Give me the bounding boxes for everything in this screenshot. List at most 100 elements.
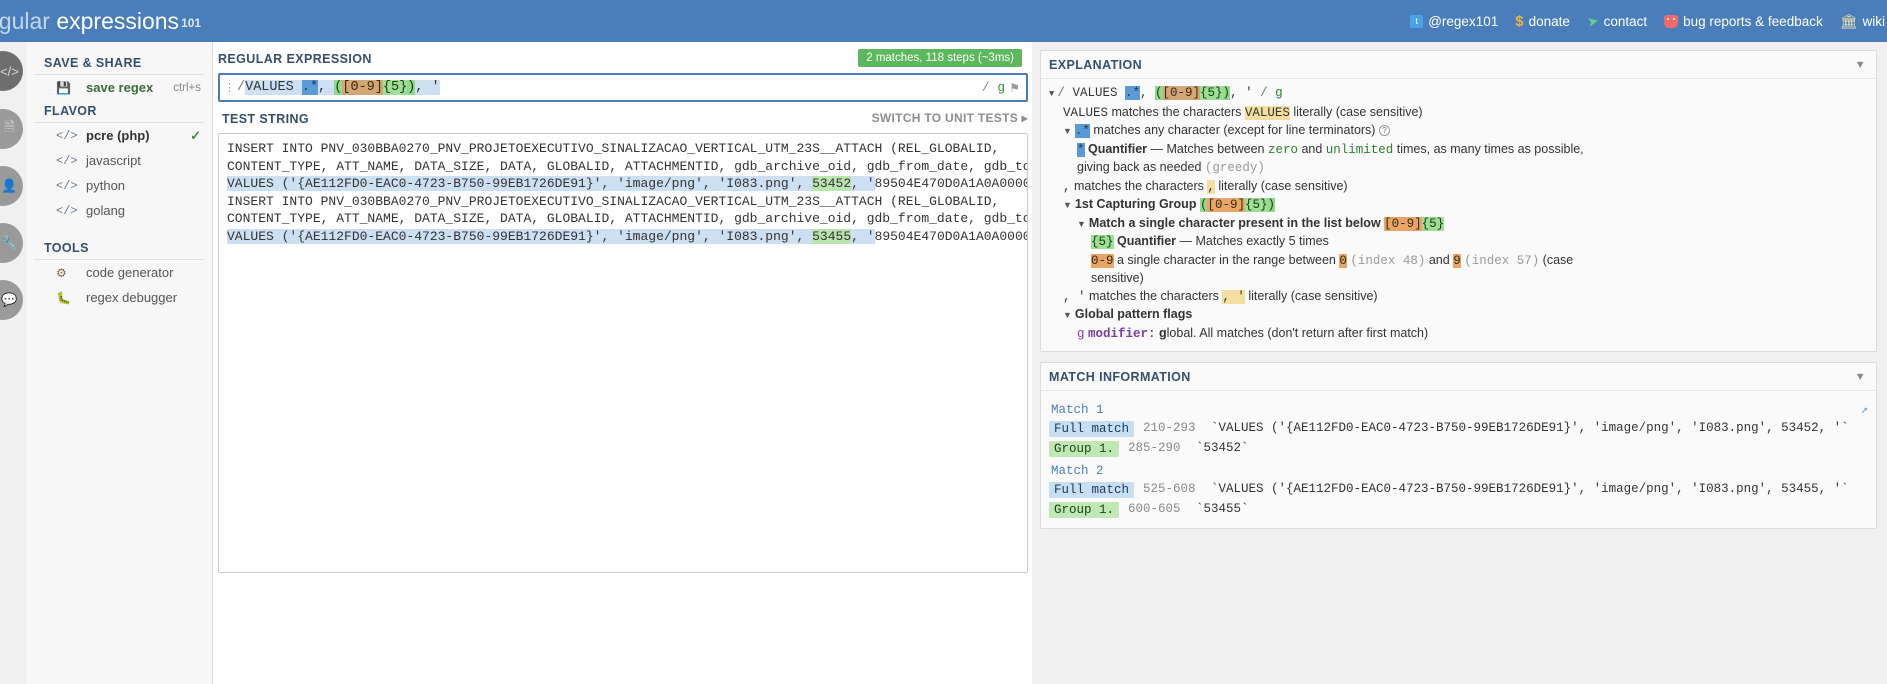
help-icon[interactable]: ? xyxy=(1378,125,1390,136)
ts-seg-1-0: CONTENT_TYPE, ATT_NAME, DATA_SIZE, DATA,… xyxy=(227,158,1028,174)
main-pane: REGULAR EXPRESSION 2 matches, 118 steps … xyxy=(214,42,1032,684)
explanation-row: * Quantifier — Matches between zero and … xyxy=(1077,141,1584,157)
ex-token-0: VALUES xyxy=(1072,86,1125,100)
twitter-icon: t xyxy=(1410,14,1424,28)
test-string-line: INSERT INTO PNV_030BBA0270_PNV_PROJETOEX… xyxy=(227,140,1019,158)
ex-token-8: , ' xyxy=(1230,86,1261,100)
triangle-icon[interactable]: ▼ xyxy=(1063,200,1072,210)
flavor-python-label: python xyxy=(86,178,126,193)
regex-icon[interactable]: </> xyxy=(0,51,23,91)
regex-input-wrap: 2 matches, 118 steps (~3ms) ⋮ /VALUES .*… xyxy=(214,49,1032,102)
regex-input[interactable]: ⋮ /VALUES .*, ([0-9]{5}), ' / g ⚑ xyxy=(218,73,1028,102)
explanation-row: ▼ 1st Capturing Group ([0-9]{5}) xyxy=(1063,197,1275,212)
check-icon: ✓ xyxy=(190,127,201,143)
group-tag: Group 1. xyxy=(1049,441,1120,457)
flag-icon[interactable]: ⚑ xyxy=(1009,81,1020,95)
sidebar-item-flavor-javascript[interactable]: </> javascript xyxy=(26,148,212,173)
chevron-down-icon[interactable]: ▼ xyxy=(1855,59,1866,71)
explanation-row: ▼ Global pattern flags xyxy=(1063,307,1193,321)
match-information-header[interactable]: MATCH INFORMATION ▼ xyxy=(1041,363,1876,391)
test-string-line: CONTENT_TYPE, ATT_NAME, DATA_SIZE, DATA,… xyxy=(227,158,1027,176)
sidebar-item-save-regex[interactable]: 💾 save regex ctrl+s xyxy=(26,75,212,100)
explanation-title: EXPLANATION xyxy=(1049,58,1143,72)
site-logo[interactable]: egular expressions101 xyxy=(0,8,201,35)
full-match-range: 525-608 xyxy=(1143,482,1196,496)
library-icon[interactable]: 🗎 xyxy=(0,109,23,149)
match-information-body: Match 1 ↗ Full match 210-293 `VALUES ('{AE11… xyxy=(1041,391,1876,528)
group-tag: Group 1. xyxy=(1049,502,1120,518)
ts-seg-5-2: , ' xyxy=(851,228,875,244)
nav-wiki[interactable]: 🏛 wiki xyxy=(1840,14,1885,29)
sidebar-item-regex-debugger[interactable]: 🐛 regex debugger xyxy=(26,285,212,310)
nav-contact-label: contact xyxy=(1603,13,1648,29)
full-match-range: 210-293 xyxy=(1143,421,1196,435)
bank-icon: 🏛 xyxy=(1839,13,1858,29)
regex-token-3: , xyxy=(318,80,335,95)
triangle-icon[interactable]: ▼ xyxy=(1049,89,1054,99)
community-icon[interactable]: 💬 xyxy=(0,280,23,320)
ex-token-5: [0-9] xyxy=(1162,86,1201,100)
explanation-row: ▼ Match a single character present in the… xyxy=(1077,215,1445,231)
sidebar-item-code-generator[interactable]: ⚙ code generator xyxy=(26,260,212,285)
unit-tests-label: SWITCH TO UNIT TESTS xyxy=(871,111,1019,125)
explanation-header[interactable]: EXPLANATION ▼ xyxy=(1041,51,1876,79)
right-pane: EXPLANATION ▼ ▼ / VALUES .*, ([0-9]{5}), … xyxy=(1032,42,1887,684)
ex-token-3: , xyxy=(1139,86,1155,100)
test-string-editor[interactable]: INSERT INTO PNV_030BBA0270_PNV_PROJETOEX… xyxy=(218,133,1028,573)
triangle-icon[interactable]: ▼ xyxy=(1063,310,1072,320)
group-row: Group 1. 600-605 `53455` xyxy=(1049,500,1868,520)
chevron-down-icon[interactable]: ▼ xyxy=(1855,371,1866,383)
regex-token-6: {5} xyxy=(382,80,408,95)
account-icon[interactable]: 👤 xyxy=(0,166,23,206)
nav-bug-label: bug reports & feedback xyxy=(1683,13,1823,29)
sidebar-head-flavor: FLAVOR xyxy=(34,100,204,123)
ts-seg-3-0: INSERT INTO PNV_030BBA0270_PNV_PROJETOEX… xyxy=(227,193,1000,209)
triangle-icon[interactable]: ▼ xyxy=(1063,126,1072,136)
group-row: Group 1. 285-290 `53452` xyxy=(1049,439,1868,459)
nav-twitter-label: @regex101 xyxy=(1428,13,1499,29)
ts-seg-5-1: 53455 xyxy=(812,228,852,244)
explanation-row: {5} Quantifier — Matches exactly 5 times xyxy=(1091,234,1329,249)
code-icon: </> xyxy=(56,203,78,218)
regex-token-0: VALUES xyxy=(245,80,302,95)
explanation-row: sensitive) xyxy=(1091,271,1144,285)
nav-bug-reports[interactable]: bug reports & feedback xyxy=(1664,14,1823,29)
regex-flags[interactable]: / g xyxy=(982,80,1005,95)
regex-delim-open: / xyxy=(237,80,246,95)
sidebar-item-flavor-python[interactable]: </> python xyxy=(26,173,212,198)
code-generator-label: code generator xyxy=(86,265,174,280)
ts-seg-2-0: VALUES ('{AE112FD0-EAC0-4723-B750-99EB17… xyxy=(227,176,813,191)
test-string-label: TEST STRING xyxy=(222,112,310,126)
test-string-line: CONTENT_TYPE, ATT_NAME, DATA_SIZE, DATA,… xyxy=(227,210,1027,228)
nav-donate[interactable]: $ donate xyxy=(1515,14,1570,29)
full-match-tag: Full match xyxy=(1049,482,1135,498)
paper-plane-icon: ➤ xyxy=(1585,11,1601,31)
code-gen-icon: ⚙ xyxy=(56,265,67,280)
explanation-card: EXPLANATION ▼ ▼ / VALUES .*, ([0-9]{5}), … xyxy=(1040,50,1877,352)
settings-icon[interactable]: 🔧 xyxy=(0,223,23,263)
nav-twitter[interactable]: t @regex101 xyxy=(1410,14,1498,29)
drag-handle-icon[interactable]: ⋮ xyxy=(224,81,235,94)
test-string-line: INSERT INTO PNV_030BBA0270_PNV_PROJETOEX… xyxy=(227,193,1019,211)
ex-token-2: * xyxy=(1132,86,1140,100)
sidebar-item-flavor-golang[interactable]: </> golang xyxy=(26,198,212,223)
match-title: Match 2 xyxy=(1051,464,1104,478)
nav-wiki-label: wiki xyxy=(1862,13,1886,29)
ts-seg-2-1: 53452 xyxy=(812,176,852,191)
group-range: 285-290 xyxy=(1128,441,1181,455)
regex-token-8: , ' xyxy=(415,80,440,95)
regex-token-2: * xyxy=(309,80,319,95)
ex-token-6: {5} xyxy=(1200,86,1223,100)
nav-contact[interactable]: ➤ contact xyxy=(1585,11,1648,31)
nav-donate-label: donate xyxy=(1528,13,1570,29)
triangle-icon[interactable]: ▼ xyxy=(1077,219,1086,229)
bug-icon xyxy=(1664,14,1679,28)
regex-code[interactable]: /VALUES .*, ([0-9]{5}), ' xyxy=(237,80,974,95)
flavor-javascript-label: javascript xyxy=(86,153,141,168)
explanation-row: g modifier: global. All matches (don't r… xyxy=(1077,325,1429,341)
explanation-pattern: ▼ / VALUES .*, ([0-9]{5}), ' / g xyxy=(1049,86,1283,100)
switch-to-unit-tests-link[interactable]: SWITCH TO UNIT TESTS ▸ xyxy=(872,111,1028,133)
external-link-icon[interactable]: ↗ xyxy=(1861,402,1868,417)
sidebar-item-flavor-pcre[interactable]: </> pcre (php) ✓ xyxy=(26,123,212,148)
regex-delim-close: / xyxy=(981,80,990,95)
